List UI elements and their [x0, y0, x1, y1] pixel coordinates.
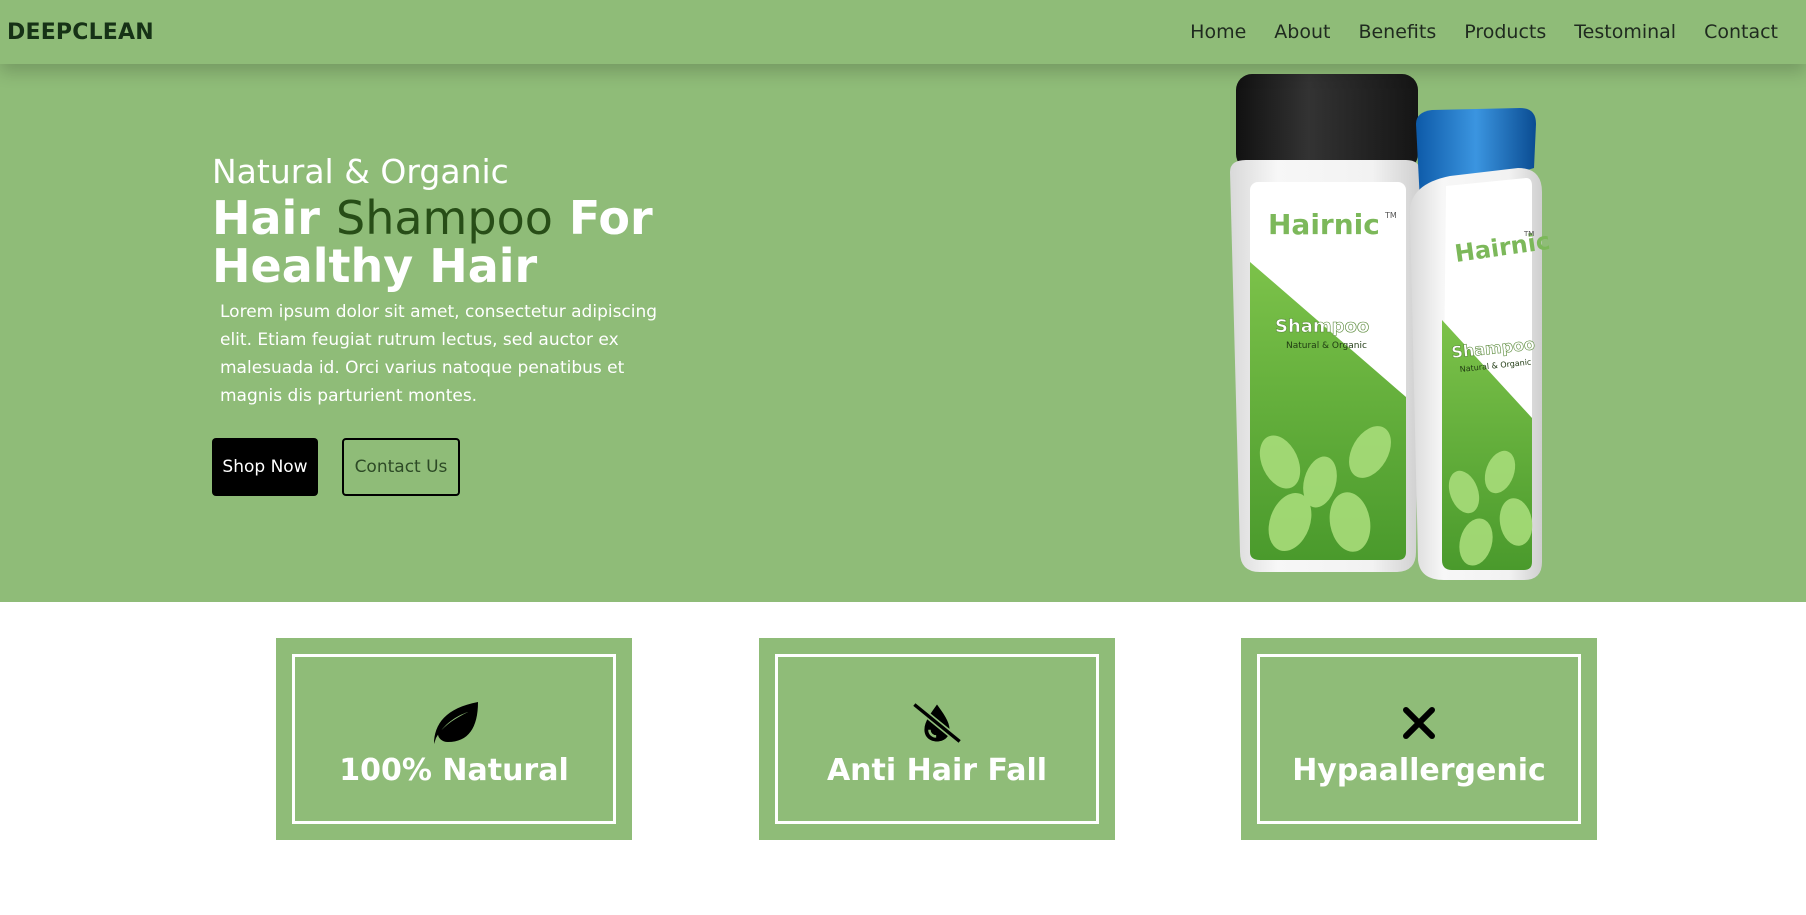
- feature-card-anti-hair-fall: Anti Hair Fall: [759, 638, 1115, 840]
- brand-logo[interactable]: DEEPCLEAN: [7, 20, 154, 45]
- bottle-type-label: Shampoo: [1275, 316, 1369, 337]
- bottle-sublabel: Natural & Organic: [1286, 341, 1367, 351]
- front-bottle-trademark: TM: [1523, 230, 1534, 238]
- shampoo-bottles-image: Hairnic TM Shampoo Natural & Organic Hai…: [1230, 74, 1552, 580]
- feature-title: Anti Hair Fall: [826, 752, 1048, 788]
- nav-item-testimonial: Testominal: [1574, 21, 1676, 43]
- nav-link-home[interactable]: Home: [1190, 21, 1246, 43]
- nav-item-about: About: [1274, 21, 1330, 43]
- bottle-brand-label: Hairnic: [1268, 208, 1380, 241]
- nav-item-contact: Contact: [1704, 21, 1778, 43]
- nav-menu: Home About Benefits Products Testominal …: [1190, 21, 1778, 43]
- headline-accent: Shampoo: [336, 191, 553, 245]
- hero-section: Natural & Organic Hair Shampoo For Healt…: [0, 64, 1806, 602]
- leaf-icon: [428, 697, 480, 749]
- nav-link-products[interactable]: Products: [1464, 21, 1546, 43]
- nav-link-benefits[interactable]: Benefits: [1358, 21, 1436, 43]
- hero-buttons: Shop Now Contact Us: [212, 438, 672, 496]
- feature-card-inner: Hypaallergenic: [1257, 654, 1581, 824]
- feature-card-hypoallergenic: Hypaallergenic: [1241, 638, 1597, 840]
- feature-title: Hypaallergenic: [1292, 752, 1546, 788]
- nav-item-home: Home: [1190, 21, 1246, 43]
- feature-card-inner: Anti Hair Fall: [775, 654, 1099, 824]
- feature-card-natural: 100% Natural: [276, 638, 632, 840]
- no-drop-icon: [911, 697, 963, 749]
- hero-subtitle: Natural & Organic: [212, 152, 509, 191]
- hero-headline: Hair Shampoo For Healthy Hair: [212, 194, 672, 290]
- nav-link-about[interactable]: About: [1274, 21, 1330, 43]
- hero-description: Lorem ipsum dolor sit amet, consectetur …: [220, 302, 658, 406]
- bottle-trademark: TM: [1384, 211, 1397, 220]
- top-navbar: DEEPCLEAN Home About Benefits Products T…: [0, 0, 1806, 64]
- hero-text-block: Natural & Organic Hair Shampoo For Healt…: [212, 152, 672, 496]
- headline-part-1: Hair: [212, 191, 337, 245]
- nav-link-contact[interactable]: Contact: [1704, 21, 1778, 43]
- feature-title: 100% Natural: [339, 752, 569, 788]
- shop-now-button[interactable]: Shop Now: [212, 438, 318, 496]
- contact-us-button[interactable]: Contact Us: [342, 438, 460, 496]
- x-icon: [1393, 697, 1445, 749]
- nav-item-products: Products: [1464, 21, 1546, 43]
- nav-link-testimonial[interactable]: Testominal: [1574, 21, 1676, 43]
- features-section: 100% Natural Anti Hair Fall Hypaallergen…: [0, 602, 1806, 915]
- nav-item-benefits: Benefits: [1358, 21, 1436, 43]
- feature-card-inner: 100% Natural: [292, 654, 616, 824]
